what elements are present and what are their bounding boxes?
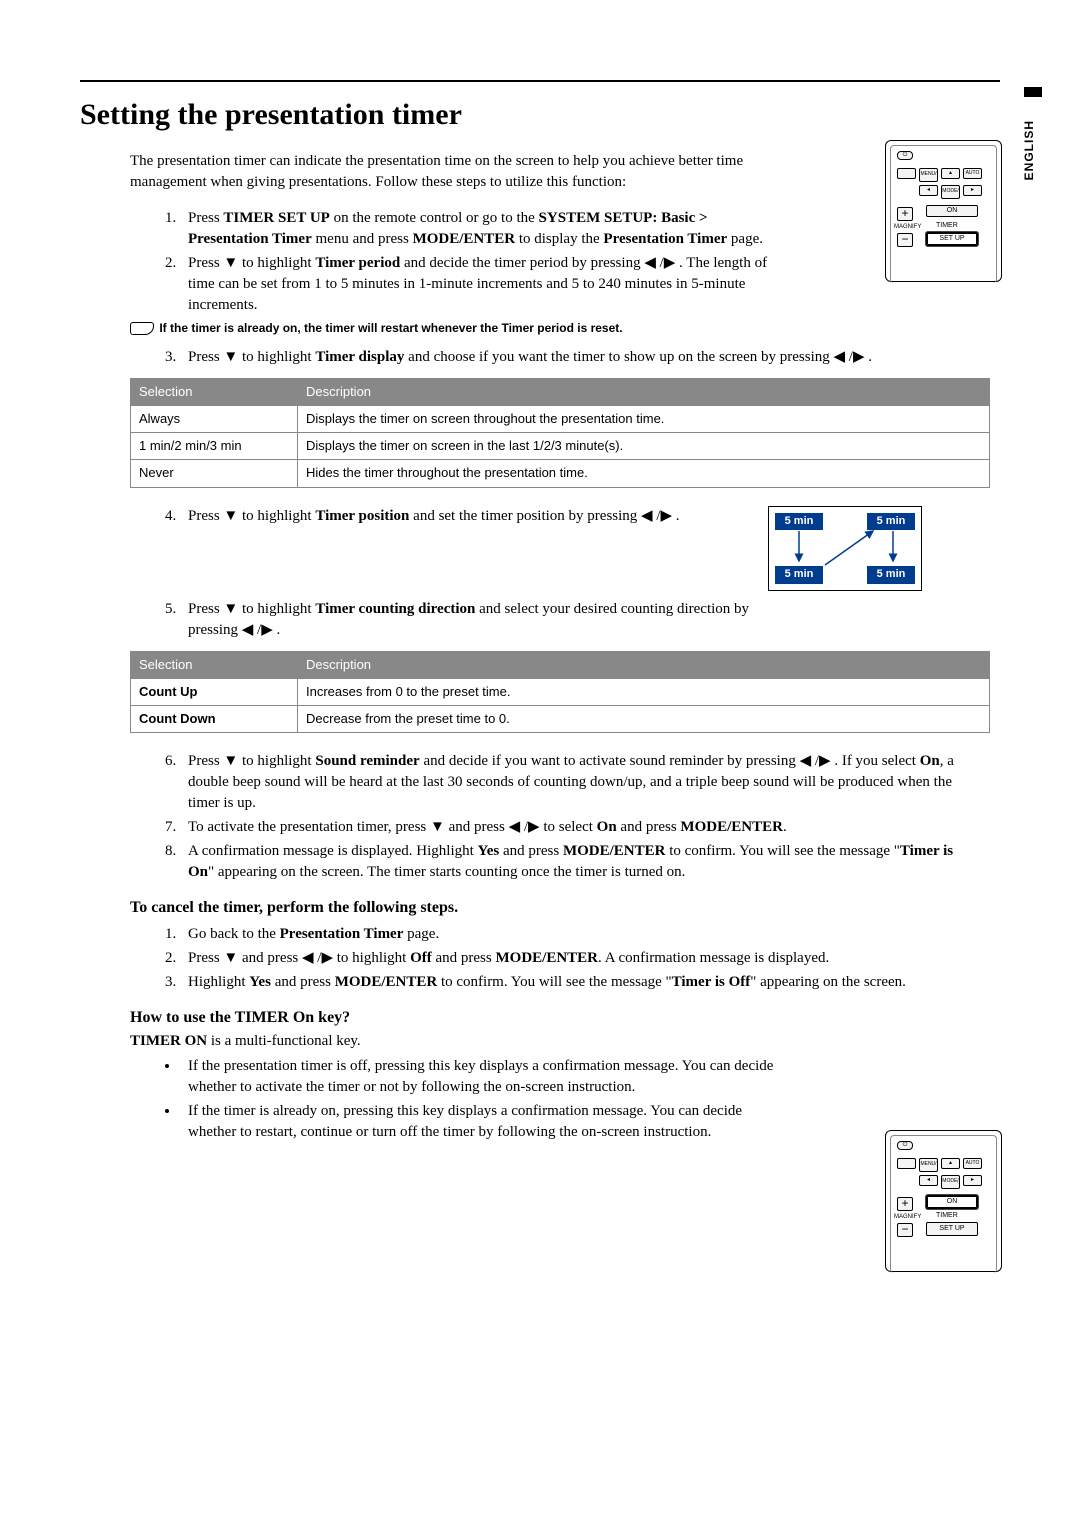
step-2: Press ▼ to highlight Timer period and de… — [180, 253, 810, 316]
table-row: NeverHides the timer throughout the pres… — [131, 460, 990, 487]
bullet-2: If the timer is already on, pressing thi… — [180, 1101, 810, 1143]
table-row: AlwaysDisplays the timer on screen throu… — [131, 405, 990, 432]
cancel-step-3: Highlight Yes and press MODE/ENTER to co… — [180, 972, 1000, 993]
step-7: To activate the presentation timer, pres… — [180, 817, 1000, 838]
th-description: Description — [298, 378, 990, 405]
table-row: Count UpIncreases from 0 to the preset t… — [131, 678, 990, 705]
remote-diagram-on: ⏻ MENU/ ▴ AUTO ◂ MODE/ ▸ + ON MAGNIFY TI… — [885, 1130, 1002, 1272]
step-1: Press TIMER SET UP on the remote control… — [180, 208, 810, 250]
cancel-step-1: Go back to the Presentation Timer page. — [180, 924, 1000, 945]
intro-text: The presentation timer can indicate the … — [130, 151, 810, 193]
table-row: 1 min/2 min/3 minDisplays the timer on s… — [131, 433, 990, 460]
separator-rule — [80, 80, 1000, 82]
main-steps-cont1: Press ▼ to highlight Timer display and c… — [150, 347, 1000, 368]
note-icon — [130, 322, 154, 335]
cancel-step-2: Press ▼ and press ◀ /▶ to highlight Off … — [180, 948, 1000, 969]
table-row: Count DownDecrease from the preset time … — [131, 705, 990, 732]
howto-heading: How to use the TIMER On key? — [130, 1007, 1000, 1029]
howto-bullets: If the presentation timer is off, pressi… — [150, 1056, 810, 1143]
page-title: Setting the presentation timer — [80, 94, 1000, 136]
step-3: Press ▼ to highlight Timer display and c… — [180, 347, 1000, 368]
step-5: Press ▼ to highlight Timer counting dire… — [180, 599, 810, 641]
cancel-heading: To cancel the timer, perform the followi… — [130, 897, 1000, 919]
howto-intro: TIMER ON is a multi-functional key. — [130, 1031, 1000, 1052]
language-label: ENGLISH — [1021, 120, 1038, 180]
step-6: Press ▼ to highlight Sound reminder and … — [180, 751, 1000, 814]
note-timer-restart: If the timer is already on, the timer wi… — [130, 320, 1000, 337]
step-4: Press ▼ to highlight Timer position and … — [180, 506, 810, 527]
remote-diagram-setup: ⏻ MENU/ ▴ AUTO ◂ MODE/ ▸ + ON MAGNIFY TI… — [885, 140, 1002, 282]
timer-display-table: SelectionDescription AlwaysDisplays the … — [130, 378, 990, 488]
main-steps-cont3: Press ▼ to highlight Sound reminder and … — [150, 751, 1000, 883]
counting-direction-table: SelectionDescription Count UpIncreases f… — [130, 651, 990, 734]
page-number: EN-29 — [80, 1193, 1000, 1210]
th-selection: Selection — [131, 651, 298, 678]
step-8: A confirmation message is displayed. Hig… — [180, 841, 1000, 883]
main-steps: Press TIMER SET UP on the remote control… — [150, 208, 1000, 316]
cancel-steps: Go back to the Presentation Timer page. … — [150, 924, 1000, 993]
lang-marker — [1024, 87, 1042, 97]
th-description: Description — [298, 651, 990, 678]
th-selection: Selection — [131, 378, 298, 405]
timer-position-diagram: 5 min 5 min 5 min 5 min — [768, 506, 922, 591]
bullet-1: If the presentation timer is off, pressi… — [180, 1056, 810, 1098]
